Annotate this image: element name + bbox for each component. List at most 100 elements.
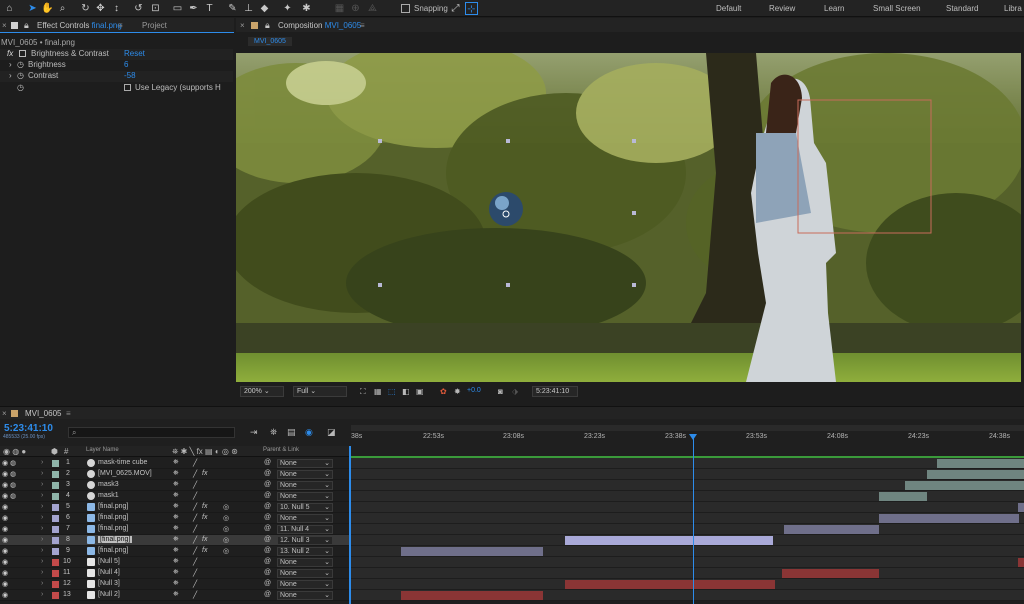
label-color-swatch[interactable] bbox=[52, 592, 59, 599]
parent-dropdown[interactable]: None ⌄ bbox=[277, 580, 333, 589]
pickwhip-icon[interactable]: @ bbox=[264, 459, 271, 466]
fx-switch-icon[interactable]: fx bbox=[202, 536, 207, 543]
layer-name[interactable]: [final.png] bbox=[98, 547, 128, 554]
expand-chevron-icon[interactable]: › bbox=[9, 60, 12, 69]
layer-track[interactable] bbox=[351, 458, 1024, 469]
layer-row[interactable]: ◉ ◍ › 3 mask3 ⛯ ╱ @ None ⌄ bbox=[0, 480, 349, 491]
tab-effect-controls[interactable]: Effect Controls final.png bbox=[37, 21, 122, 30]
layer-name[interactable]: [Null 5] bbox=[98, 558, 120, 565]
stopwatch-icon[interactable]: ◷ bbox=[17, 60, 24, 69]
tab-project[interactable]: Project bbox=[142, 21, 167, 30]
expand-chevron-icon[interactable]: › bbox=[41, 481, 43, 488]
playhead-handle-icon[interactable] bbox=[689, 434, 697, 440]
parent-dropdown[interactable]: None ⌄ bbox=[277, 481, 333, 490]
workspace-standard[interactable]: Standard bbox=[946, 4, 978, 13]
layer-name[interactable]: [MVI_0625.MOV] bbox=[98, 470, 152, 477]
eraser-tool-icon[interactable]: ◆ bbox=[258, 2, 271, 15]
quality-switch-icon[interactable]: ╱ bbox=[193, 580, 197, 588]
layer-duration-bar[interactable] bbox=[1018, 503, 1024, 512]
quality-switch-icon[interactable]: ╱ bbox=[193, 514, 197, 522]
label-color-swatch[interactable] bbox=[52, 482, 59, 489]
visibility-eye-icon[interactable]: ◉ bbox=[2, 459, 8, 467]
snapping-checkbox[interactable] bbox=[401, 4, 410, 13]
playhead-line[interactable] bbox=[693, 436, 694, 604]
layer-duration-bar[interactable] bbox=[565, 536, 773, 545]
draft-3d-icon[interactable]: ⛯ bbox=[270, 427, 277, 438]
visibility-eye-icon[interactable]: ◉ bbox=[2, 569, 8, 577]
workspace-default[interactable]: Default bbox=[716, 4, 741, 13]
audio-icon[interactable]: ◍ bbox=[10, 459, 16, 467]
clone-stamp-tool-icon[interactable]: ⊥ bbox=[242, 2, 255, 15]
parent-dropdown[interactable]: None ⌄ bbox=[277, 459, 333, 468]
snap-grid-icon[interactable]: ⊹ bbox=[465, 2, 478, 15]
fx-icon[interactable]: fx bbox=[7, 49, 13, 58]
panel-menu-icon[interactable]: ≡ bbox=[66, 409, 71, 418]
work-area-start[interactable] bbox=[349, 446, 351, 604]
layer-track[interactable] bbox=[351, 502, 1024, 513]
layer-name-header[interactable]: Layer Name bbox=[86, 447, 119, 453]
label-color-swatch[interactable] bbox=[52, 471, 59, 478]
shy-switch-icon[interactable]: ⛯ bbox=[173, 514, 179, 522]
layer-duration-bar[interactable] bbox=[879, 514, 1019, 523]
layer-track[interactable] bbox=[351, 480, 1024, 491]
layer-track[interactable] bbox=[351, 491, 1024, 502]
expand-chevron-icon[interactable]: › bbox=[41, 569, 43, 576]
expand-chevron-icon[interactable]: › bbox=[41, 470, 43, 477]
expand-chevron-icon[interactable]: › bbox=[41, 492, 43, 499]
world-axis-icon[interactable]: ⊕ bbox=[349, 2, 362, 15]
layer-row[interactable]: ◉ › 10 [Null 5] ⛯ ╱ @ None ⌄ bbox=[0, 557, 349, 568]
layer-duration-bar[interactable] bbox=[565, 580, 775, 589]
current-time-display[interactable]: 5:23:41:10 bbox=[532, 386, 578, 397]
pickwhip-icon[interactable]: @ bbox=[264, 525, 271, 532]
visibility-eye-icon[interactable]: ◉ bbox=[2, 580, 8, 588]
layer-row[interactable]: ◉ › 9 [final.png] ⛯ ╱ fx ◎ @13. Null 2 ⌄ bbox=[0, 546, 349, 557]
layer-row[interactable]: ◉ › 11 [Null 4] ⛯ ╱ @ None ⌄ bbox=[0, 568, 349, 579]
shy-switch-icon[interactable]: ⛯ bbox=[173, 569, 179, 577]
work-area-bar[interactable] bbox=[351, 425, 1024, 431]
lock-icon[interactable]: 🔒︎ bbox=[24, 20, 29, 31]
roto-brush-tool-icon[interactable]: ✦ bbox=[281, 2, 294, 15]
quality-switch-icon[interactable]: ╱ bbox=[193, 470, 197, 478]
quality-switch-icon[interactable]: ╱ bbox=[193, 503, 197, 511]
expand-chevron-icon[interactable]: › bbox=[41, 558, 43, 565]
fx-switch-icon[interactable]: fx bbox=[202, 470, 207, 477]
stopwatch-icon[interactable]: ◷ bbox=[17, 83, 24, 92]
contrast-value[interactable]: -58 bbox=[124, 71, 136, 80]
expand-chevron-icon[interactable]: › bbox=[41, 591, 43, 598]
label-color-swatch[interactable] bbox=[52, 526, 59, 533]
tab-timeline[interactable]: MVI_0605 bbox=[25, 409, 61, 418]
shy-switch-icon[interactable]: ⛯ bbox=[173, 547, 179, 555]
close-icon[interactable]: × bbox=[2, 21, 7, 30]
layer-duration-bar[interactable] bbox=[401, 591, 543, 600]
anchor-point-tool-icon[interactable]: ⊡ bbox=[149, 2, 162, 15]
quality-switch-icon[interactable]: ╱ bbox=[193, 569, 197, 577]
dolly-tool-icon[interactable]: ↕ bbox=[110, 2, 123, 15]
workspace-review[interactable]: Review bbox=[769, 4, 795, 13]
label-color-swatch[interactable] bbox=[52, 493, 59, 500]
orbit-tool-icon[interactable]: ↻ bbox=[79, 2, 92, 15]
visibility-eye-icon[interactable]: ◉ bbox=[2, 492, 8, 500]
fx-switch-icon[interactable]: fx bbox=[202, 547, 207, 554]
layer-track[interactable] bbox=[351, 546, 1024, 557]
layer-track[interactable] bbox=[351, 535, 1024, 546]
shy-switch-icon[interactable]: ⛯ bbox=[173, 536, 179, 544]
exposure-reset-icon[interactable]: ✸ bbox=[454, 387, 461, 396]
quality-switch-icon[interactable]: ╱ bbox=[193, 481, 197, 489]
hand-tool-icon[interactable]: ✋ bbox=[41, 2, 54, 15]
layer-name[interactable]: [final.png] bbox=[98, 514, 128, 521]
visibility-eye-icon[interactable]: ◉ bbox=[2, 536, 8, 544]
parent-dropdown[interactable]: None ⌄ bbox=[277, 492, 333, 501]
shy-switch-icon[interactable]: ⛯ bbox=[173, 492, 179, 500]
puppet-tool-icon[interactable]: ✱ bbox=[300, 2, 313, 15]
pickwhip-icon[interactable]: @ bbox=[264, 470, 271, 477]
lock-icon[interactable]: 🔒︎ bbox=[265, 20, 270, 31]
layer-name[interactable]: mask-time cube bbox=[98, 459, 147, 466]
pickwhip-icon[interactable]: @ bbox=[264, 514, 271, 521]
layer-row[interactable]: ◉ › 7 [final.png] ⛯ ╱ ◎ @11. Null 4 ⌄ bbox=[0, 524, 349, 535]
label-color-swatch[interactable] bbox=[52, 581, 59, 588]
magnification-dropdown[interactable]: 200% ⌄ bbox=[240, 386, 284, 397]
reset-link[interactable]: Reset bbox=[124, 49, 145, 58]
layer-row[interactable]: ◉ ◍ › 2 [MVI_0625.MOV] ⛯ ╱ fx @ None ⌄ bbox=[0, 469, 349, 480]
motion-blur-switch-icon[interactable]: ◎ bbox=[223, 536, 229, 544]
layer-duration-bar[interactable] bbox=[1018, 558, 1024, 567]
